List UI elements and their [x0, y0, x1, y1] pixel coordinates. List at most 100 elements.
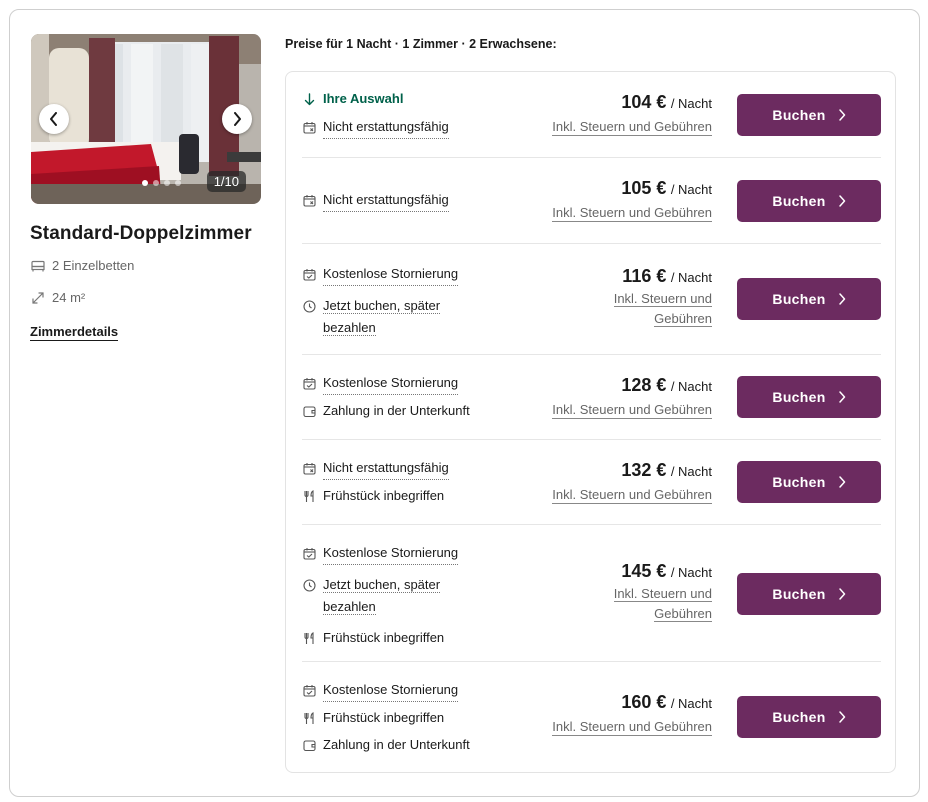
rate-feature-label[interactable]: Kostenlose Stornierung: [323, 679, 459, 702]
rate-row: Kostenlose Stornierung Jetzt buchen, spä…: [286, 244, 897, 355]
gallery-prev-button[interactable]: [39, 104, 69, 134]
rate-features: Kostenlose Stornierung Jetzt buchen, spä…: [303, 542, 459, 658]
selection-label: Ihre Auswahl: [323, 91, 404, 106]
rate-feature-label[interactable]: Nicht erstattungsfähig: [323, 116, 449, 139]
chevron-right-icon: [838, 588, 845, 600]
book-button[interactable]: Buchen: [737, 461, 881, 503]
rate-row: Ihre Auswahl Nicht erstattungsfähig 104 …: [286, 72, 897, 158]
book-button-label: Buchen: [772, 389, 826, 405]
book-button[interactable]: Buchen: [737, 696, 881, 738]
rate-feature-label[interactable]: Jetzt buchen, später bezahlen: [323, 298, 441, 336]
rates-list: Ihre Auswahl Nicht erstattungsfähig 104 …: [285, 71, 896, 773]
room-photo-gallery[interactable]: 1/10: [31, 34, 261, 204]
calendar-x-icon: [303, 462, 316, 475]
room-size: 24 m²: [31, 290, 85, 305]
tax-info-link[interactable]: Inkl. Steuern und Gebühren: [552, 718, 712, 736]
book-button[interactable]: Buchen: [737, 573, 881, 615]
price-value: 105 €: [621, 178, 667, 198]
wallet-icon: [303, 405, 316, 417]
book-button[interactable]: Buchen: [737, 376, 881, 418]
arrow-down-icon: [304, 92, 315, 105]
rate-feature-label[interactable]: Kostenlose Stornierung: [323, 542, 459, 565]
calendar-check-icon: [303, 684, 316, 697]
price-value: 116 €: [622, 266, 667, 286]
rate-feature: Kostenlose Stornierung: [303, 372, 470, 395]
book-button[interactable]: Buchen: [737, 180, 881, 222]
rate-feature-label[interactable]: Kostenlose Stornierung: [323, 263, 459, 286]
gallery-dot[interactable]: [142, 180, 148, 186]
gallery-counter: 1/10: [206, 171, 246, 192]
rate-features: Kostenlose Stornierung Jetzt buchen, spä…: [303, 263, 459, 348]
rate-features: Kostenlose Stornierung Zahlung in der Un…: [303, 372, 470, 431]
rate-feature: Nicht erstattungsfähig: [303, 116, 449, 139]
gallery-dots: [142, 180, 181, 186]
rate-price: 128 € / Nacht Inkl. Steuern und Gebühren: [552, 375, 712, 419]
gallery-next-button[interactable]: [222, 104, 252, 134]
rate-features: Ihre Auswahl Nicht erstattungsfähig: [303, 88, 449, 148]
rate-feature: Jetzt buchen, später bezahlen: [303, 574, 458, 618]
gallery-dot[interactable]: [164, 180, 170, 186]
per-night-label: / Nacht: [670, 696, 712, 711]
rate-price: 104 € / Nacht Inkl. Steuern und Gebühren: [552, 92, 712, 136]
rate-row: Kostenlose Stornierung Zahlung in der Un…: [286, 355, 897, 440]
rate-feature-label: Frühstück inbegriffen: [323, 630, 445, 645]
rate-feature: Jetzt buchen, später bezahlen: [303, 295, 458, 339]
rate-row: Nicht erstattungsfähig Frühstück inbegri…: [286, 440, 897, 525]
room-beds: 2 Einzelbetten: [31, 258, 134, 273]
wallet-icon: [303, 739, 316, 751]
rate-row: Kostenlose Stornierung Jetzt buchen, spä…: [286, 525, 897, 662]
rate-price: 160 € / Nacht Inkl. Steuern und Gebühren: [552, 692, 712, 736]
rate-price: 105 € / Nacht Inkl. Steuern und Gebühren: [552, 178, 712, 222]
tax-info-link[interactable]: Inkl. Steuern und Gebühren: [613, 586, 712, 622]
rate-price: 145 € / Nacht Inkl. Steuern und Gebühren: [592, 561, 712, 624]
room-title: Standard-Doppelzimmer: [30, 223, 252, 244]
fork-knife-icon: [304, 711, 314, 724]
calendar-x-icon: [303, 121, 316, 134]
rate-feature-label: Frühstück inbegriffen: [323, 710, 445, 725]
rate-feature-label[interactable]: Kostenlose Stornierung: [323, 372, 459, 395]
book-button-label: Buchen: [772, 709, 826, 725]
price-value: 145 €: [621, 561, 667, 581]
book-button[interactable]: Buchen: [737, 94, 881, 136]
gallery-dot[interactable]: [153, 180, 159, 186]
clock-icon: [303, 299, 316, 313]
rates-header: Preise für 1 Nacht · 1 Zimmer · 2 Erwach…: [285, 37, 557, 51]
rate-feature: Kostenlose Stornierung: [303, 263, 459, 286]
room-beds-label: 2 Einzelbetten: [52, 258, 135, 273]
calendar-check-icon: [303, 377, 316, 390]
per-night-label: / Nacht: [670, 96, 712, 111]
per-night-label: / Nacht: [670, 565, 712, 580]
fork-knife-icon: [304, 489, 314, 502]
rate-row: Kostenlose Stornierung Frühstück inbegri…: [286, 662, 897, 772]
rate-feature-label[interactable]: Jetzt buchen, später bezahlen: [323, 577, 441, 615]
tax-info-link[interactable]: Inkl. Steuern und Gebühren: [552, 204, 712, 222]
room-details-link[interactable]: Zimmerdetails: [30, 324, 119, 341]
rate-feature: Kostenlose Stornierung: [303, 542, 459, 565]
rate-feature: Kostenlose Stornierung: [303, 679, 470, 702]
tax-info-link[interactable]: Inkl. Steuern und Gebühren: [552, 401, 712, 419]
rate-row: Nicht erstattungsfähig 105 € / Nacht Ink…: [286, 158, 897, 244]
rate-feature: Frühstück inbegriffen: [303, 627, 458, 649]
chevron-right-icon: [838, 711, 845, 723]
gallery-dot[interactable]: [175, 180, 181, 186]
chevron-right-icon: [838, 195, 845, 207]
tax-info-link[interactable]: Inkl. Steuern und Gebühren: [613, 291, 712, 327]
price-value: 128 €: [621, 375, 667, 395]
rate-price: 132 € / Nacht Inkl. Steuern und Gebühren: [552, 460, 712, 504]
book-button[interactable]: Buchen: [737, 278, 881, 320]
rate-feature-label[interactable]: Nicht erstattungsfähig: [323, 457, 449, 480]
rate-feature: Zahlung in der Unterkunft: [303, 734, 470, 756]
rate-features: Kostenlose Stornierung Frühstück inbegri…: [303, 679, 470, 765]
tax-info-link[interactable]: Inkl. Steuern und Gebühren: [552, 118, 712, 136]
per-night-label: / Nacht: [670, 270, 712, 285]
rate-feature-label: Zahlung in der Unterkunft: [323, 737, 470, 752]
rate-price: 116 € / Nacht Inkl. Steuern und Gebühren: [592, 266, 712, 329]
rate-feature: Zahlung in der Unterkunft: [303, 400, 470, 422]
tax-info-link[interactable]: Inkl. Steuern und Gebühren: [552, 486, 712, 504]
book-button-label: Buchen: [772, 586, 826, 602]
rate-feature-label: Frühstück inbegriffen: [323, 488, 445, 503]
rate-feature-label[interactable]: Nicht erstattungsfähig: [323, 189, 449, 212]
room-size-label: 24 m²: [52, 290, 86, 305]
rate-features: Nicht erstattungsfähig: [303, 189, 449, 221]
bed-icon: [31, 260, 45, 271]
